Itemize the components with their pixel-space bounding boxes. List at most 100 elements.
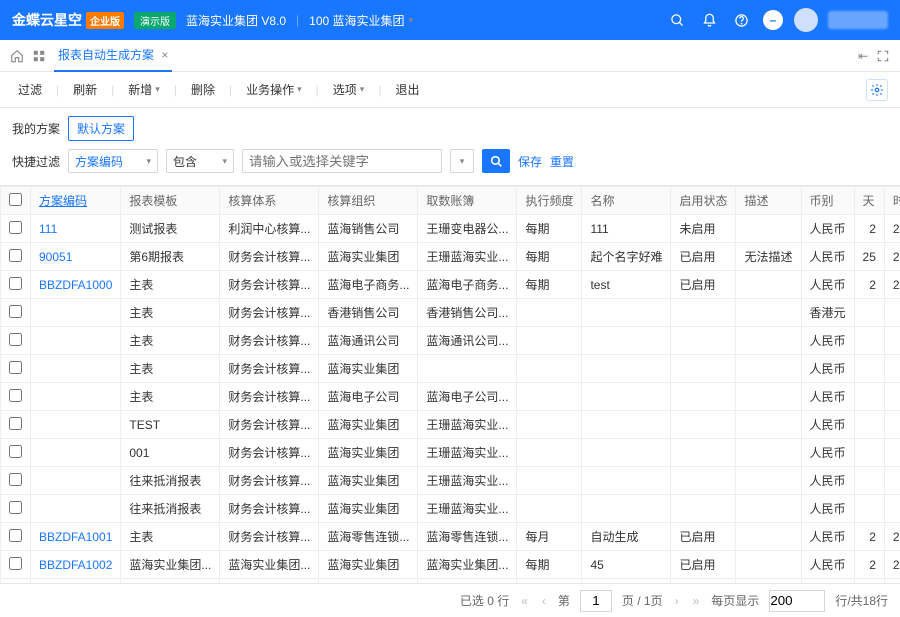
table-row[interactable]: TEST财务会计核算...蓝海实业集团王珊蓝海实业...人民币 (1, 411, 900, 439)
cell-org: 香港销售公司 (319, 299, 418, 327)
col-checkbox (1, 187, 31, 215)
table-row[interactable]: 主表财务会计核算...蓝海实业集团人民币 (1, 355, 900, 383)
search-icon[interactable] (666, 9, 688, 31)
quickfilter-label: 快捷过滤 (12, 153, 60, 170)
table-row[interactable]: BBZDFA1000主表财务会计核算...蓝海电子商务...蓝海电子商务...每… (1, 271, 900, 299)
col-header[interactable]: 核算体系 (220, 187, 319, 215)
col-header[interactable]: 执行频度 (517, 187, 582, 215)
row-checkbox[interactable] (9, 333, 22, 346)
table-row[interactable]: BBZDFA1002蓝海实业集团...蓝海实业集团...蓝海实业集团蓝海实业集团… (1, 551, 900, 579)
user-name[interactable] (828, 11, 888, 29)
biz-button[interactable]: 业务操作▾ (240, 77, 308, 102)
row-checkbox[interactable] (9, 445, 22, 458)
page-input[interactable] (580, 590, 612, 612)
cell-hour: 23 (884, 271, 900, 299)
delete-button[interactable]: 删除 (185, 77, 221, 102)
cell-cur: 人民币 (801, 411, 854, 439)
table-row[interactable]: BBZDFA1001主表财务会计核算...蓝海零售连锁...蓝海零售连锁...每… (1, 523, 900, 551)
add-button[interactable]: 新增▾ (122, 77, 166, 102)
options-button[interactable]: 选项▾ (327, 77, 371, 102)
reset-link[interactable]: 重置 (550, 153, 574, 170)
cell-book: 王珊蓝海实业... (418, 411, 517, 439)
table-row[interactable]: 111测试报表利润中心核算...蓝海销售公司王珊变电器公...每期111未启用人… (1, 215, 900, 243)
cell-status (671, 467, 736, 495)
home-icon[interactable] (10, 49, 24, 63)
default-plan-chip[interactable]: 默认方案 (68, 116, 134, 141)
keyword-input[interactable] (242, 149, 442, 173)
prev-page-button[interactable]: ‹ (540, 594, 548, 608)
col-header[interactable]: 启用状态 (671, 187, 736, 215)
search-button[interactable] (482, 149, 510, 173)
table-row[interactable]: 往来抵消报表财务会计核算...蓝海实业集团王珊蓝海实业...人民币 (1, 495, 900, 523)
keyword-dropdown[interactable]: ▾ (450, 149, 474, 173)
row-checkbox[interactable] (9, 501, 22, 514)
row-checkbox[interactable] (9, 473, 22, 486)
op-select[interactable]: 包含▾ (166, 149, 234, 173)
cell-book: 蓝海电子公司... (418, 383, 517, 411)
table-row[interactable]: 主表财务会计核算...香港销售公司香港销售公司...香港元 (1, 299, 900, 327)
row-checkbox[interactable] (9, 361, 22, 374)
refresh-button[interactable]: 刷新 (67, 77, 103, 102)
next-page-button[interactable]: › (673, 594, 681, 608)
topbar: 金蝶云星空 企业版 演示版 蓝海实业集团 V8.0 | 100 蓝海实业集团 ▾… (0, 0, 900, 40)
cell-sys: 财务会计核算... (220, 243, 319, 271)
col-header[interactable]: 方案编码 (31, 187, 121, 215)
row-checkbox[interactable] (9, 249, 22, 262)
cell-name (582, 467, 671, 495)
minimize-icon[interactable]: – (762, 9, 784, 31)
last-page-button[interactable]: » (691, 594, 702, 608)
close-icon[interactable]: × (161, 48, 168, 62)
row-checkbox[interactable] (9, 277, 22, 290)
field-select[interactable]: 方案编码▾ (68, 149, 158, 173)
bell-icon[interactable] (698, 9, 720, 31)
save-link[interactable]: 保存 (518, 153, 542, 170)
row-checkbox[interactable] (9, 221, 22, 234)
tab-active[interactable]: 报表自动生成方案 × (54, 39, 172, 72)
col-header[interactable]: 天 (854, 187, 884, 215)
row-checkbox[interactable] (9, 305, 22, 318)
cell-cur: 人民币 (801, 467, 854, 495)
perpage-select[interactable] (769, 590, 825, 612)
table-row[interactable]: 往来抵消报表财务会计核算...蓝海实业集团王珊蓝海实业...人民币 (1, 467, 900, 495)
row-checkbox[interactable] (9, 529, 22, 542)
exit-button[interactable]: 退出 (389, 77, 425, 102)
cell-tpl: 主表 (121, 355, 220, 383)
row-checkbox-cell (1, 523, 31, 551)
table-row[interactable]: 90051第6期报表财务会计核算...蓝海实业集团王珊蓝海实业...每期起个名字… (1, 243, 900, 271)
cell-code (31, 411, 121, 439)
row-checkbox[interactable] (9, 389, 22, 402)
col-header[interactable]: 报表模板 (121, 187, 220, 215)
first-page-button[interactable]: « (519, 594, 530, 608)
cell-cur: 香港元 (801, 299, 854, 327)
cell-code (31, 495, 121, 523)
org-selector[interactable]: 100 蓝海实业集团 ▾ (309, 12, 413, 29)
col-header[interactable]: 取数账簿 (418, 187, 517, 215)
apps-icon[interactable] (32, 49, 46, 63)
table-row[interactable]: 主表财务会计核算...蓝海电子公司蓝海电子公司...人民币 (1, 383, 900, 411)
cell-freq: 每月 (517, 523, 582, 551)
cell-book: 蓝海通讯公司... (418, 327, 517, 355)
table-row[interactable]: 主表财务会计核算...蓝海通讯公司蓝海通讯公司...人民币 (1, 327, 900, 355)
total-rows: 行/共18行 (835, 592, 888, 609)
row-checkbox[interactable] (9, 557, 22, 570)
col-header[interactable]: 币别 (801, 187, 854, 215)
col-header[interactable]: 核算组织 (319, 187, 418, 215)
myplan-label: 我的方案 (12, 120, 60, 137)
fullscreen-icon[interactable] (876, 49, 890, 63)
row-checkbox[interactable] (9, 417, 22, 430)
cell-hour: 23 (884, 523, 900, 551)
col-header[interactable]: 描述 (736, 187, 801, 215)
help-icon[interactable] (730, 9, 752, 31)
cell-desc (736, 383, 801, 411)
cell-status: 未启用 (671, 215, 736, 243)
col-header[interactable]: 名称 (582, 187, 671, 215)
select-all-checkbox[interactable] (9, 193, 22, 206)
col-header[interactable]: 时 (884, 187, 900, 215)
gear-icon[interactable] (866, 79, 888, 101)
filter-button[interactable]: 过滤 (12, 77, 48, 102)
avatar[interactable] (794, 8, 818, 32)
collapse-icon[interactable]: ⇤ (858, 49, 868, 63)
table-row[interactable]: 001财务会计核算...蓝海实业集团王珊蓝海实业...人民币 (1, 439, 900, 467)
cell-tpl: 蓝海实业集团... (121, 551, 220, 579)
row-checkbox-cell (1, 215, 31, 243)
